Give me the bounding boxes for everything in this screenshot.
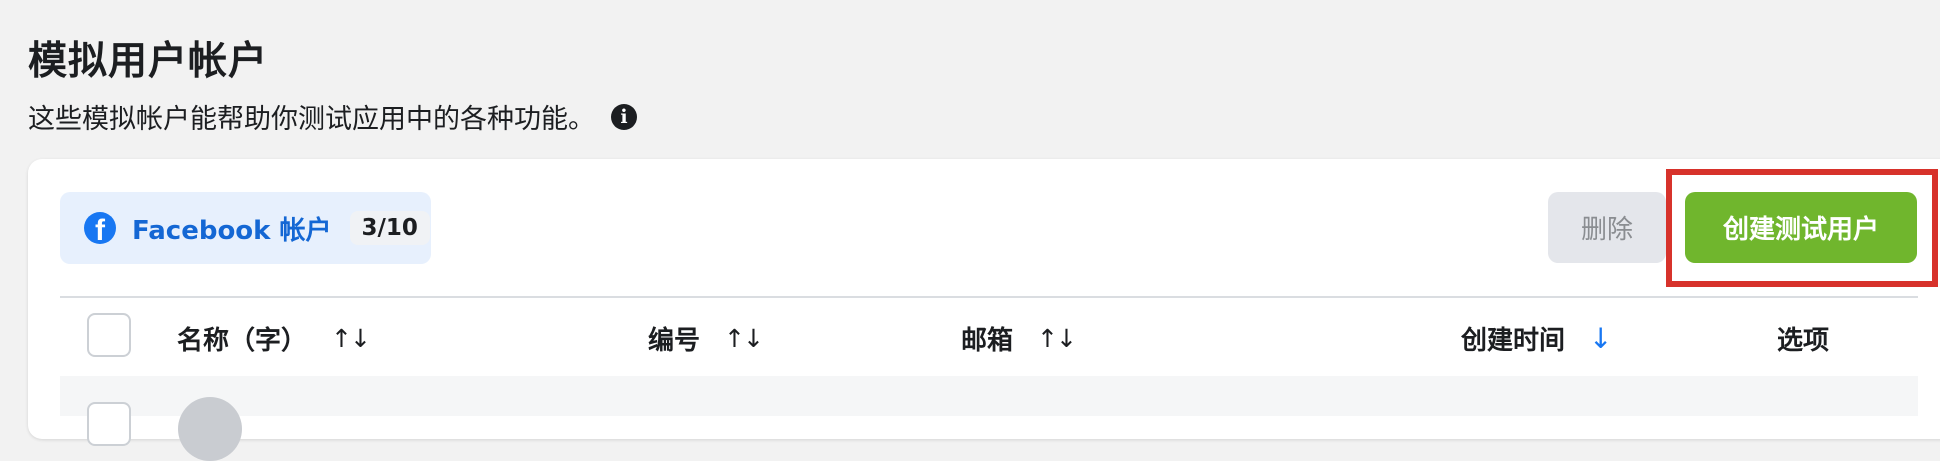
- info-icon[interactable]: i: [611, 103, 637, 130]
- row-checkbox[interactable]: [87, 402, 131, 446]
- column-options: 选项: [1777, 320, 1829, 357]
- column-name[interactable]: 名称（字） ↑↓: [177, 320, 371, 357]
- column-options-label: 选项: [1777, 326, 1830, 356]
- column-email-label: 邮箱: [961, 326, 1014, 356]
- sort-icon[interactable]: ↑↓: [724, 324, 764, 353]
- page-title: 模拟用户帐户: [28, 39, 269, 84]
- column-created-time[interactable]: 创建时间 ↓: [1461, 320, 1612, 357]
- subtitle-row: 这些模拟帐户能帮助你测试应用中的各种功能。 i: [28, 97, 637, 136]
- facebook-icon: f: [84, 212, 116, 244]
- page-subtitle: 这些模拟帐户能帮助你测试应用中的各种功能。: [28, 104, 595, 135]
- table-header: 名称（字） ↑↓ 编号 ↑↓ 邮箱 ↑↓ 创建时间 ↓ 选项: [60, 298, 1918, 374]
- column-created-time-label: 创建时间: [1461, 326, 1566, 356]
- select-all-checkbox[interactable]: [87, 313, 131, 357]
- sort-icon[interactable]: ↑↓: [1037, 324, 1077, 353]
- column-id-label: 编号: [648, 326, 701, 356]
- sort-desc-icon[interactable]: ↓: [1589, 322, 1612, 355]
- tab-label: Facebook 帐户: [132, 215, 332, 246]
- tab-facebook-accounts[interactable]: f Facebook 帐户 3/10: [60, 192, 431, 264]
- avatar: [178, 397, 242, 461]
- delete-button[interactable]: 删除: [1548, 192, 1666, 263]
- column-id[interactable]: 编号 ↑↓: [648, 320, 764, 357]
- column-name-label: 名称（字）: [177, 326, 308, 356]
- sort-icon[interactable]: ↑↓: [331, 324, 371, 353]
- column-email[interactable]: 邮箱 ↑↓: [961, 320, 1077, 357]
- highlight-annotation: [1666, 169, 1938, 287]
- tab-count-badge: 3/10: [349, 211, 430, 245]
- table-row[interactable]: [60, 376, 1918, 416]
